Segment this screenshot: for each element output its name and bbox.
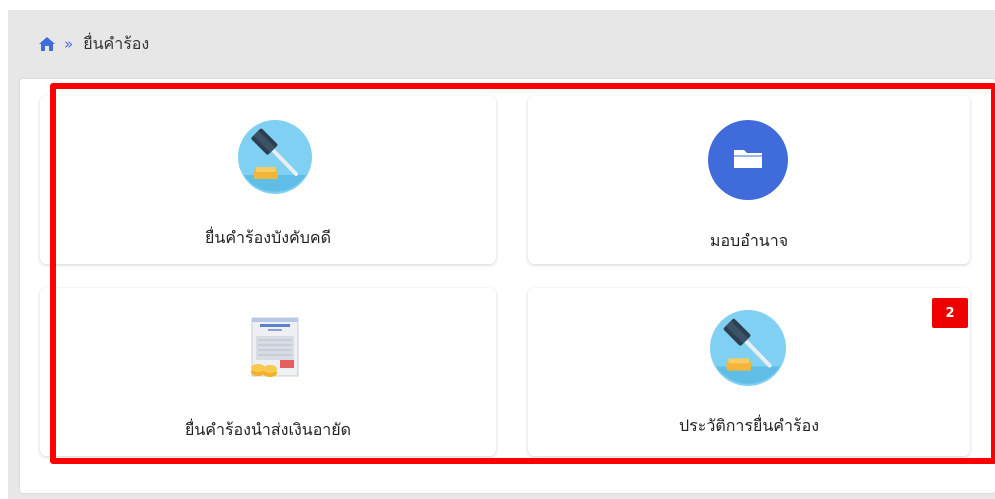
breadcrumb: » ยื่นคำร้อง (38, 32, 149, 56)
breadcrumb-current: ยื่นคำร้อง (83, 33, 150, 53)
card-petition-history[interactable]: ประวัติการยื่นคำร้อง (528, 288, 970, 456)
card-label: มอบอำนาจ (709, 231, 789, 250)
count-badge: 2 (932, 298, 968, 328)
folder-icon (708, 120, 788, 200)
gavel-icon (238, 120, 312, 194)
document-coins-icon (246, 316, 302, 380)
card-label: ยื่นคำร้องนำส่งเงินอายัด (184, 420, 352, 439)
breadcrumb-separator: » (64, 35, 74, 53)
card-seized-money-petition[interactable]: ยื่นคำร้องนำส่งเงินอายัด (40, 288, 496, 456)
card-power-of-attorney[interactable]: มอบอำนาจ (528, 96, 970, 264)
home-icon[interactable] (38, 36, 56, 52)
card-enforcement-petition[interactable]: ยื่นคำร้องบังคับคดี (40, 96, 496, 264)
card-label: ประวัติการยื่นคำร้อง (679, 416, 819, 435)
gavel-icon (710, 310, 786, 386)
card-label: ยื่นคำร้องบังคับคดี (205, 228, 331, 247)
